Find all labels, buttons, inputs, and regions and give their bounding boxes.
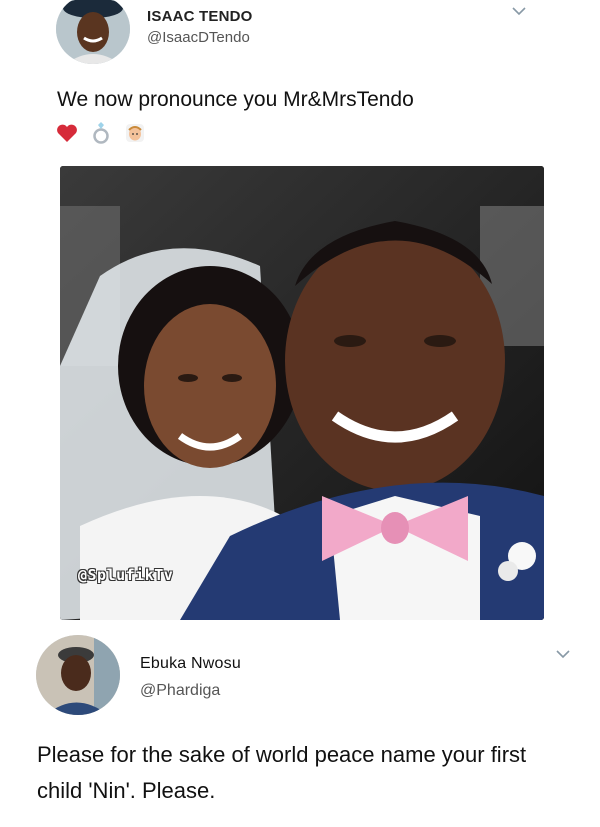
reply-text: Please for the sake of world peace name … <box>37 742 527 803</box>
author-name[interactable]: ISAAC TENDO <box>147 8 253 25</box>
author-handle[interactable]: @IsaacDTendo <box>147 29 253 46</box>
reply-author-name[interactable]: Ebuka Nwosu <box>140 655 241 673</box>
chevron-down-icon[interactable] <box>512 6 526 16</box>
emoji-row <box>56 122 146 144</box>
tweet-card: ISAAC TENDO @IsaacDTendo We now pronounc… <box>0 0 600 635</box>
bride-with-veil-icon <box>124 122 146 144</box>
reply-author-handle[interactable]: @Phardiga <box>140 682 241 700</box>
reply-author-avatar[interactable] <box>36 635 120 715</box>
photo-watermark: @SplufikTv <box>78 566 174 584</box>
tweet-text: We now pronounce you Mr&MrsTendo <box>57 88 414 111</box>
ring-icon <box>90 122 112 144</box>
couple-selfie-image <box>60 166 544 620</box>
chevron-down-icon[interactable] <box>556 649 570 659</box>
reply-author-info: Ebuka Nwosu @Phardiga <box>140 655 241 700</box>
tweet-photo[interactable]: @SplufikTv <box>60 166 544 620</box>
red-heart-icon <box>56 122 78 144</box>
reply-tweet-card: Ebuka Nwosu @Phardiga Please for the sak… <box>0 635 600 827</box>
author-info: ISAAC TENDO @IsaacDTendo <box>147 8 253 46</box>
author-avatar[interactable] <box>56 0 130 64</box>
